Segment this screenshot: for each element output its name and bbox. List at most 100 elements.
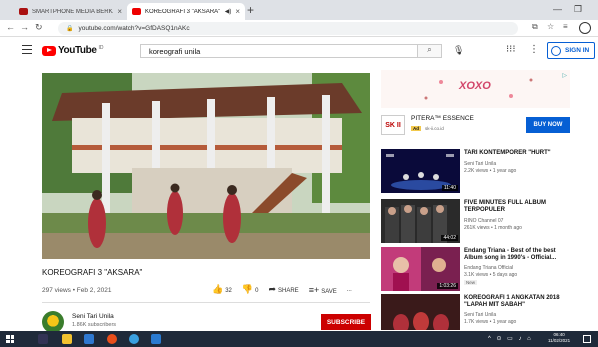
store-icon[interactable] bbox=[151, 334, 161, 344]
related-meta: 261K views • 1 month ago bbox=[464, 225, 522, 231]
related-video[interactable]: KOREOGRAFI 1 ANGKATAN 2018 "LAPAH MIT SA… bbox=[381, 294, 570, 330]
related-meta: 3.1K views • 5 days ago bbox=[464, 272, 518, 278]
save-label: SAVE bbox=[321, 288, 337, 295]
windows-start-icon[interactable] bbox=[6, 335, 14, 343]
video-title: KOREOGRAFI 3 "AKSARA" bbox=[42, 268, 143, 277]
new-tab-button[interactable]: + bbox=[247, 3, 254, 17]
apps-grid-icon[interactable]: ⁝⁝⁝ bbox=[506, 44, 516, 55]
close-tab-icon[interactable]: × bbox=[117, 7, 122, 16]
ad-card[interactable]: SK II PITERA™ ESSENCE Ad sk-ii.co.id BUY… bbox=[381, 110, 570, 140]
reload-icon[interactable]: ↻ bbox=[35, 22, 43, 33]
clock[interactable]: 06:40 11/02/2021 bbox=[548, 332, 570, 344]
new-badge: New bbox=[464, 280, 478, 285]
logo-text: YouTube bbox=[58, 45, 97, 56]
buy-now-button[interactable]: BUY NOW bbox=[526, 117, 570, 133]
audio-playing-icon[interactable]: ◀) bbox=[225, 8, 232, 15]
ad-banner[interactable]: XOXO ▷ bbox=[381, 70, 570, 108]
tab-title: KOREOGRAFI 3 "AKSARA" bbox=[145, 8, 221, 15]
save-button[interactable]: ≡+ SAVE bbox=[309, 285, 337, 295]
dislike-button[interactable]: 👎 0 bbox=[242, 284, 259, 295]
video-frame-house-dancers bbox=[42, 73, 370, 259]
like-count: 32 bbox=[225, 288, 232, 294]
divider bbox=[42, 302, 370, 303]
video-duration: 44:02 bbox=[441, 235, 458, 241]
channel-avatar[interactable] bbox=[42, 311, 64, 333]
share-icon: ➦ bbox=[268, 284, 277, 294]
menu-icon[interactable] bbox=[22, 45, 32, 56]
advertiser-logo: SK II bbox=[381, 115, 405, 135]
thumbs-down-icon: 👎 bbox=[241, 284, 254, 294]
save-playlist-icon: ≡+ bbox=[308, 284, 320, 295]
url-text: youtube.com/watch?v=GfDASQ1nAKc bbox=[78, 25, 190, 32]
restore-icon[interactable]: ❐ bbox=[574, 4, 582, 15]
close-tab-icon[interactable]: × bbox=[235, 7, 240, 16]
thumbs-up-icon: 👍 bbox=[212, 284, 224, 294]
related-title: Endang Triana - Best of the best Album s… bbox=[464, 248, 557, 262]
logo-country: ID bbox=[98, 45, 104, 51]
tab-smartphone-media[interactable]: SMARTPHONE MEDIA BERKARYA × bbox=[14, 3, 127, 20]
related-title: FIVE MINUTES FULL ALBUM TERPOPULER bbox=[464, 200, 546, 214]
video-duration: 11:40 bbox=[441, 185, 458, 191]
more-options-icon[interactable]: ⋮ bbox=[529, 44, 539, 55]
sign-in-label: SIGN IN bbox=[565, 47, 590, 54]
share-button[interactable]: ➦ SHARE bbox=[268, 284, 298, 295]
related-thumbnail[interactable]: 1:03:26 bbox=[381, 247, 460, 291]
windows-taskbar: ^ ⊙ ▭ ♪ ⌂ 06:40 11/02/2021 bbox=[0, 331, 598, 347]
related-video[interactable]: 1:03:26 Endang Triana - Best of the best… bbox=[381, 247, 570, 293]
microphone-icon[interactable]: 🎙 bbox=[453, 45, 464, 56]
ad-domain: sk-ii.co.id bbox=[425, 126, 444, 131]
reading-list-icon[interactable]: ≡ bbox=[563, 22, 568, 31]
related-channel: Endang Triana Official bbox=[464, 265, 514, 271]
related-thumbnail[interactable] bbox=[381, 294, 460, 330]
forward-icon[interactable]: → bbox=[20, 22, 29, 32]
adchoices-icon[interactable]: ▷ bbox=[562, 72, 567, 79]
related-channel: RINO Channel 07 bbox=[464, 218, 504, 224]
mail-icon[interactable] bbox=[84, 334, 94, 344]
system-tray-icons[interactable]: ^ ⊙ ▭ ♪ ⌂ bbox=[488, 335, 533, 342]
youtube-favicon-icon bbox=[132, 8, 141, 15]
minimize-icon[interactable]: — bbox=[553, 4, 562, 14]
channel-subscriber-count: 1.86K subscribers bbox=[72, 322, 117, 328]
search-icon: ⌕ bbox=[427, 45, 432, 54]
profile-icon[interactable] bbox=[579, 22, 591, 34]
url-field[interactable]: 🔒 youtube.com/watch?v=GfDASQ1nAKc bbox=[58, 22, 518, 35]
tab-title: SMARTPHONE MEDIA BERKARYA bbox=[32, 8, 113, 15]
bookmark-star-icon[interactable]: ☆ bbox=[547, 22, 554, 31]
related-thumbnail[interactable]: 44:02 bbox=[381, 199, 460, 243]
lock-icon: 🔒 bbox=[66, 26, 74, 32]
subscribe-button[interactable]: SUBSCRIBE bbox=[321, 314, 371, 330]
youtube-header: YouTube ID koreografi unila ⌕ 🎙 ⁝⁝⁝ ⋮ SI… bbox=[0, 37, 598, 65]
tab-koreografi[interactable]: KOREOGRAFI 3 "AKSARA" ◀) × bbox=[127, 3, 245, 20]
share-label: SHARE bbox=[278, 288, 299, 294]
related-channel: Seni Tari Unila bbox=[464, 161, 497, 167]
channel-name[interactable]: Seni Tari Unila bbox=[72, 313, 114, 320]
search-button[interactable]: ⌕ bbox=[418, 44, 442, 58]
task-view-icon[interactable] bbox=[38, 334, 48, 344]
account-icon bbox=[551, 45, 561, 56]
related-thumbnail[interactable]: 11:40 bbox=[381, 149, 460, 193]
dislike-count: 0 bbox=[255, 288, 259, 294]
video-actions: 👍 32 👎 0 ➦ SHARE ≡+ SAVE ... bbox=[212, 284, 352, 295]
ad-title: PITERA™ ESSENCE bbox=[411, 115, 474, 122]
video-view-count: 297 views • Feb 2, 2021 bbox=[42, 287, 112, 294]
back-icon[interactable]: ← bbox=[6, 22, 15, 32]
youtube-play-logo-icon bbox=[42, 45, 56, 56]
related-video[interactable]: 44:02 FIVE MINUTES FULL ALBUM TERPOPULER… bbox=[381, 199, 570, 245]
related-title: KOREOGRAFI 1 ANGKATAN 2018 "LAPAH MIT SA… bbox=[464, 295, 560, 309]
file-explorer-icon[interactable] bbox=[62, 334, 72, 344]
search-input[interactable]: koreografi unila bbox=[140, 44, 418, 58]
related-meta: 1.7K views • 1 year ago bbox=[464, 319, 517, 325]
thumbnail-graphic bbox=[381, 294, 460, 330]
video-player[interactable] bbox=[42, 73, 370, 259]
notification-icon[interactable] bbox=[583, 335, 591, 343]
browser-tab-strip: SMARTPHONE MEDIA BERKARYA × KOREOGRAFI 3… bbox=[0, 0, 598, 20]
like-button[interactable]: 👍 32 bbox=[212, 284, 232, 295]
youtube-logo[interactable]: YouTube ID bbox=[42, 45, 104, 56]
more-actions-button[interactable]: ... bbox=[347, 287, 352, 293]
related-channel: Seni Tari Unila bbox=[464, 312, 497, 318]
chrome-icon[interactable] bbox=[107, 334, 117, 344]
related-video[interactable]: 11:40 TARI KONTEMPORER "HURT" Seni Tari … bbox=[381, 149, 570, 195]
sign-in-button[interactable]: SIGN IN bbox=[547, 42, 595, 59]
extension-icon[interactable]: ⧉ bbox=[532, 22, 538, 32]
edge-icon[interactable] bbox=[129, 334, 139, 344]
